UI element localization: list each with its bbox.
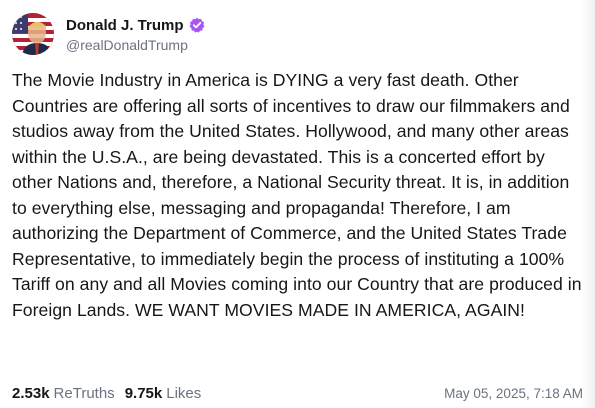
post-timestamp[interactable]: May 05, 2025, 7:18 AM <box>444 386 583 401</box>
retruths-label: ReTruths <box>53 384 115 402</box>
author-handle[interactable]: @realDonaldTrump <box>66 37 205 53</box>
post-footer: 2.53k ReTruths 9.75k Likes May 05, 2025,… <box>12 383 583 403</box>
likes-stat[interactable]: 9.75k Likes <box>125 385 202 402</box>
name-row: Donald J. Trump <box>66 15 205 35</box>
avatar[interactable] <box>12 13 54 55</box>
edge-shadow <box>581 0 595 408</box>
post-text: The Movie Industry in America is DYING a… <box>12 70 582 320</box>
retruths-count: 2.53k <box>12 384 50 402</box>
author-display-name[interactable]: Donald J. Trump <box>66 17 184 34</box>
likes-label: Likes <box>166 384 202 402</box>
truth-post: Donald J. Trump @realDonaldTrump The Mov… <box>0 0 595 408</box>
retruths-stat[interactable]: 2.53k ReTruths <box>12 385 115 402</box>
author-identity: Donald J. Trump @realDonaldTrump <box>66 15 205 53</box>
flag-portrait-icon <box>12 13 54 55</box>
likes-count: 9.75k <box>124 384 163 402</box>
verified-badge-icon <box>189 17 205 33</box>
post-header: Donald J. Trump @realDonaldTrump <box>12 12 583 56</box>
